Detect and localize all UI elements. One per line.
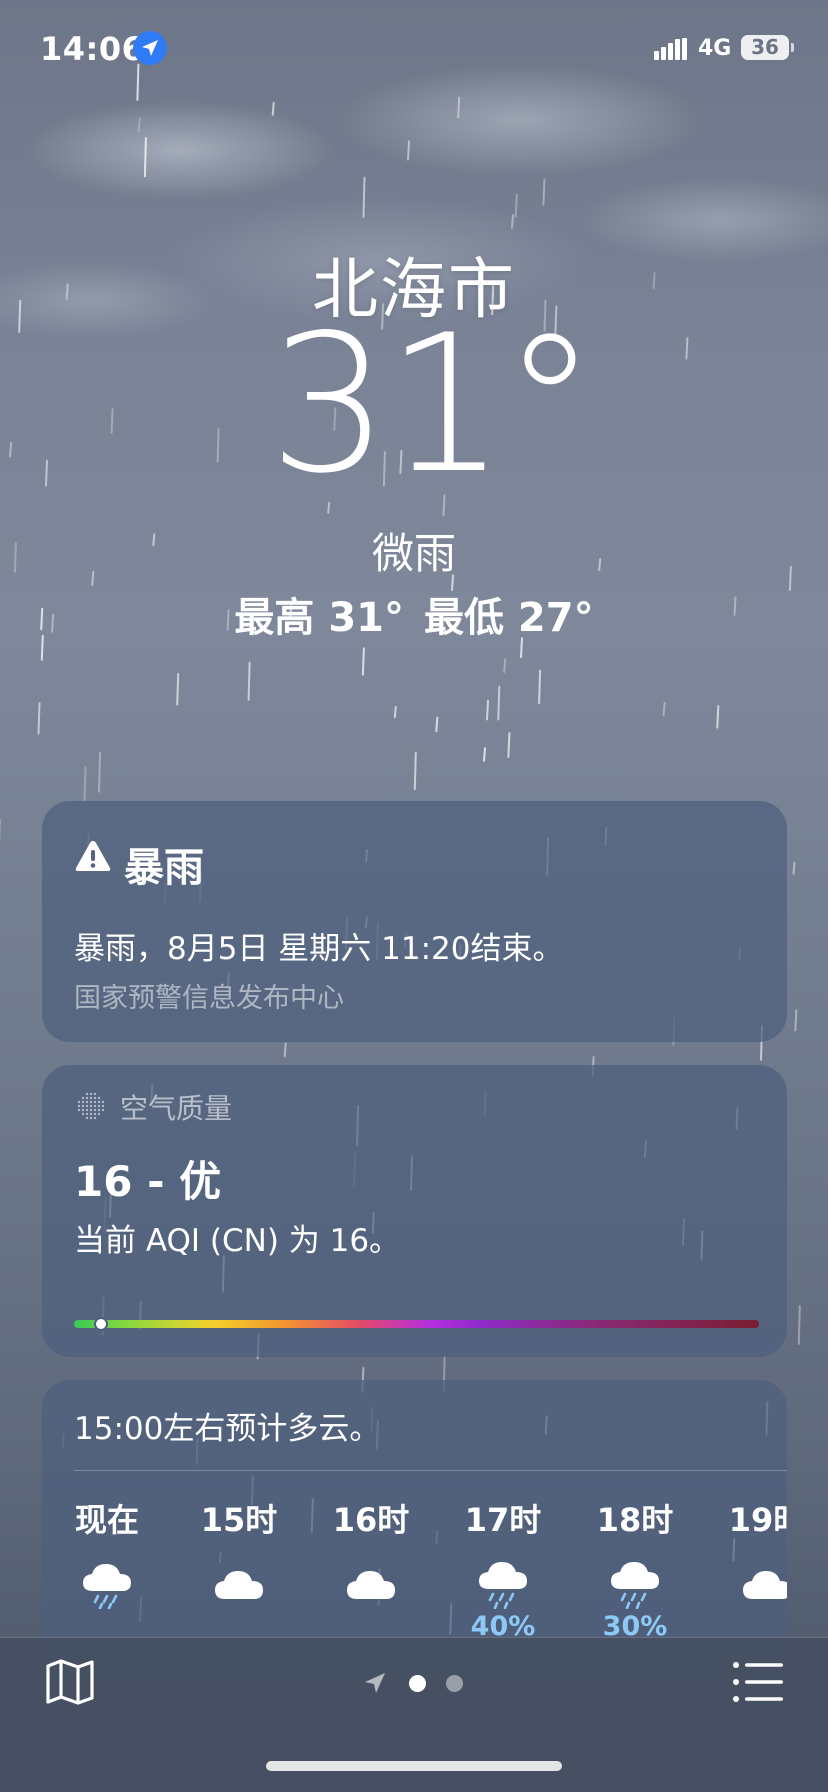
hour-label: 15时 [200,1501,278,1539]
alert-source: 国家预警信息发布中心 [74,983,344,1014]
list-icon[interactable] [732,1660,784,1704]
cloud-drizzle-icon [83,1564,131,1609]
hourly-item: 16时 [306,1495,436,1611]
aqi-scale-bar [74,1320,759,1328]
aqi-value: 16 - 优 [74,1157,222,1206]
battery-icon: 36 [741,35,794,60]
air-quality-label: 空气质量 [120,1092,233,1125]
aqi-scale-indicator [94,1317,109,1331]
hour-label: 17时 [464,1501,542,1539]
hourly-divider [74,1470,787,1471]
aqi-description: 当前 AQI (CN) 为 16。 [74,1223,401,1259]
hourly-item: 19时 [702,1495,787,1611]
cloud-rain-icon [479,1562,527,1609]
severe-weather-alert-card[interactable]: 暴雨 暴雨，8月5日 星期六 11:20结束。 国家预警信息发布中心 [42,801,787,1042]
page-indicator[interactable] [362,1668,472,1698]
alert-title: 暴雨 [124,845,204,891]
cloud-rain-icon [611,1562,659,1609]
map-icon[interactable] [44,1656,96,1708]
hour-label: 16时 [332,1501,410,1539]
high-low-temperature: 最高 31° 最低 27° [0,585,828,643]
current-temperature: 31° [0,310,828,500]
status-bar: 14:06 4G 36 [0,0,828,96]
signal-bars-icon [654,38,687,60]
hourly-item: 现在 [42,1495,172,1611]
air-quality-card[interactable]: 空气质量 16 - 优 当前 AQI (CN) 为 16。 [42,1065,787,1357]
home-indicator[interactable] [266,1761,562,1771]
temperature-value: 31° [268,294,598,515]
weather-condition: 微雨 [371,529,456,578]
hourly-summary: 15:00左右预计多云。 [74,1411,381,1447]
location-arrow-icon [365,1673,385,1693]
hourly-item: 17时 40% [438,1495,568,1642]
hourly-forecast-card[interactable]: 15:00左右预计多云。 现在 15时 16时 17时40%18时30% 19时 [42,1380,787,1680]
high-temperature: 最高 31° [234,595,404,641]
air-quality-icon [77,1092,105,1120]
hourly-item: 18时 30% [570,1495,700,1642]
location-arrow-icon [133,31,167,65]
hourly-item: 15时 [174,1495,304,1611]
page-dot[interactable] [446,1675,463,1692]
cloud-icon [347,1571,395,1599]
hour-label: 19时 [728,1501,787,1539]
status-time: 14:06 [40,30,145,68]
page-dot-active[interactable] [409,1675,426,1692]
alert-description: 暴雨，8月5日 星期六 11:20结束。 [74,931,564,967]
cloud-icon [215,1571,263,1599]
hour-label: 现在 [74,1501,139,1539]
network-label: 4G [698,36,732,61]
low-temperature: 最低 27° [424,595,594,641]
hour-label: 18时 [596,1501,674,1539]
warning-triangle-icon [75,841,111,871]
cloud-icon [743,1571,787,1599]
